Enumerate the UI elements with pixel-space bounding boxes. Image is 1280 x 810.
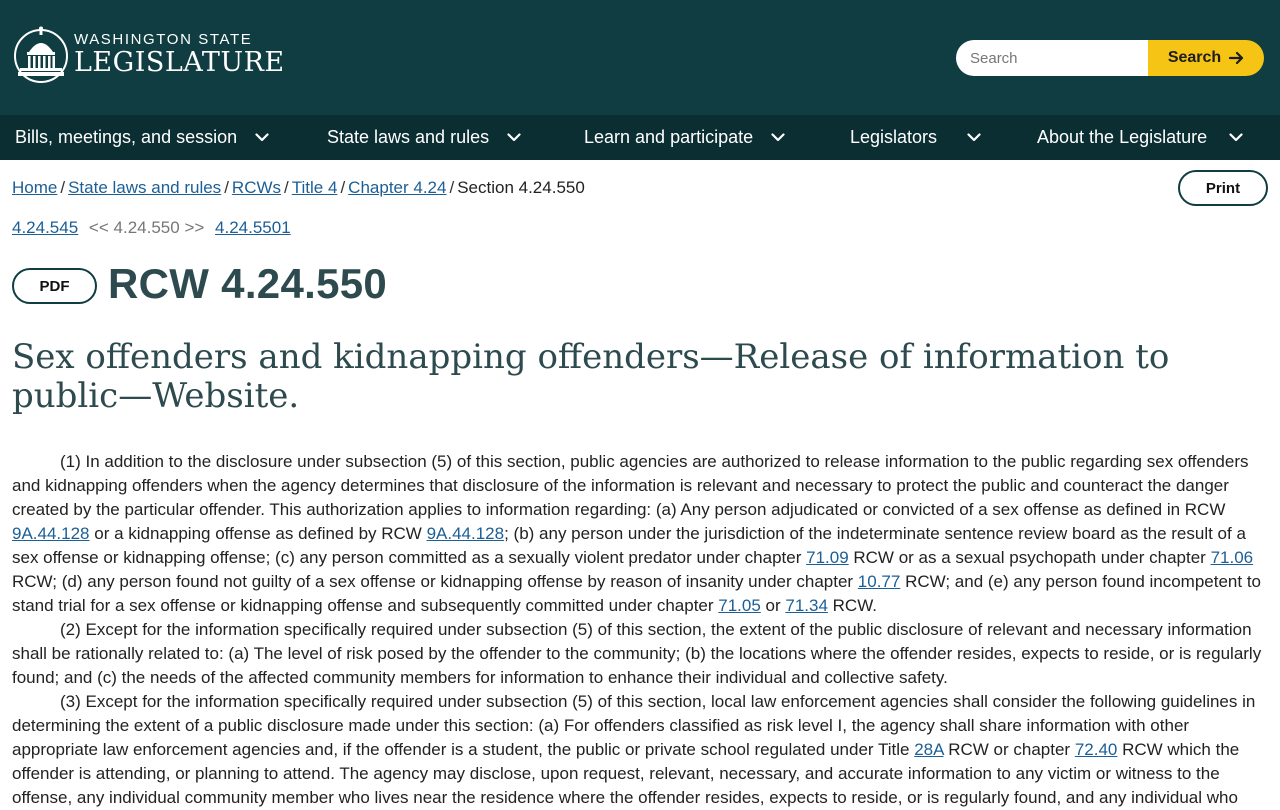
logo-text: WASHINGTON STATE LEGISLATURE — [74, 32, 285, 78]
search-form: Search — [956, 40, 1264, 76]
print-button[interactable]: Print — [1178, 170, 1268, 206]
statute-paragraph-3: (3) Except for the information specifica… — [12, 692, 1256, 807]
rcw-link[interactable]: 9A.44.128 — [12, 524, 90, 543]
capitol-dome-icon — [14, 26, 68, 83]
pdf-button[interactable]: PDF — [12, 268, 97, 304]
nav-item-label: About the Legislature — [1037, 127, 1208, 147]
statute-body: (1) In addition to the disclosure under … — [12, 450, 1272, 810]
breadcrumb-current: Section 4.24.550 — [457, 178, 585, 197]
section-title: Sex offenders and kidnapping offenders—R… — [12, 337, 1170, 416]
statute-paragraph-2: (2) Except for the information specifica… — [12, 620, 1262, 687]
site-header: WASHINGTON STATE LEGISLATURE Search — [0, 0, 1280, 115]
nav-item-label: State laws and rules — [327, 127, 490, 147]
nav-item-bills[interactable]: Bills, meetings, and session — [15, 115, 269, 160]
site-logo[interactable]: WASHINGTON STATE LEGISLATURE — [14, 26, 285, 84]
prev-section-link[interactable]: 4.24.545 — [12, 218, 78, 237]
chapter-link[interactable]: 71.09 — [806, 548, 849, 567]
search-input[interactable] — [956, 40, 1148, 76]
chapter-link[interactable]: 10.77 — [858, 572, 901, 591]
page-title: RCW 4.24.550 — [108, 260, 388, 307]
nav-item-laws[interactable]: State laws and rules — [327, 115, 521, 160]
chevron-down-icon — [255, 133, 269, 142]
breadcrumb-laws[interactable]: State laws and rules — [68, 178, 221, 197]
sequence-current: << 4.24.550 >> — [88, 218, 205, 237]
nav-item-about[interactable]: About the Legislature — [1037, 115, 1243, 160]
nav-item-learn[interactable]: Learn and participate — [584, 115, 785, 160]
nav-item-legislators[interactable]: Legislators — [850, 115, 981, 160]
chevron-down-icon — [507, 133, 521, 142]
breadcrumb-chapter[interactable]: Chapter 4.24 — [348, 178, 446, 197]
chevron-down-icon — [1229, 133, 1243, 142]
main-nav: Bills, meetings, and session State laws … — [0, 115, 1280, 160]
chevron-down-icon — [771, 133, 785, 142]
chapter-link[interactable]: 72.40 — [1075, 740, 1118, 759]
nav-item-label: Learn and participate — [584, 127, 754, 147]
title-link[interactable]: 28A — [914, 740, 943, 759]
next-section-link[interactable]: 4.24.5501 — [215, 218, 291, 237]
breadcrumb-rcws[interactable]: RCWs — [232, 178, 281, 197]
chevron-down-icon — [967, 133, 981, 142]
nav-item-label: Legislators — [850, 127, 938, 147]
arrow-right-icon — [1229, 51, 1244, 65]
search-button[interactable]: Search — [1148, 40, 1264, 76]
nav-item-label: Bills, meetings, and session — [15, 127, 238, 147]
statute-paragraph-1: (1) In addition to the disclosure under … — [12, 452, 1262, 615]
breadcrumb-title[interactable]: Title 4 — [292, 178, 338, 197]
section-sequence-nav: 4.24.545 << 4.24.550 >> 4.24.5501 — [12, 218, 291, 238]
chapter-link[interactable]: 71.06 — [1211, 548, 1254, 567]
breadcrumb: Home / State laws and rules / RCWs / Title 4/C… — [12, 178, 585, 197]
breadcrumb-home[interactable]: Home — [12, 178, 57, 197]
rcw-link[interactable]: 9A.44.128 — [427, 524, 505, 543]
chapter-link[interactable]: 71.05 — [718, 596, 761, 615]
logo-line1: WASHINGTON STATE — [74, 31, 253, 48]
logo-line2: LEGISLATURE — [74, 47, 285, 78]
search-button-label: Search — [1167, 49, 1222, 66]
chapter-link[interactable]: 71.34 — [785, 596, 828, 615]
